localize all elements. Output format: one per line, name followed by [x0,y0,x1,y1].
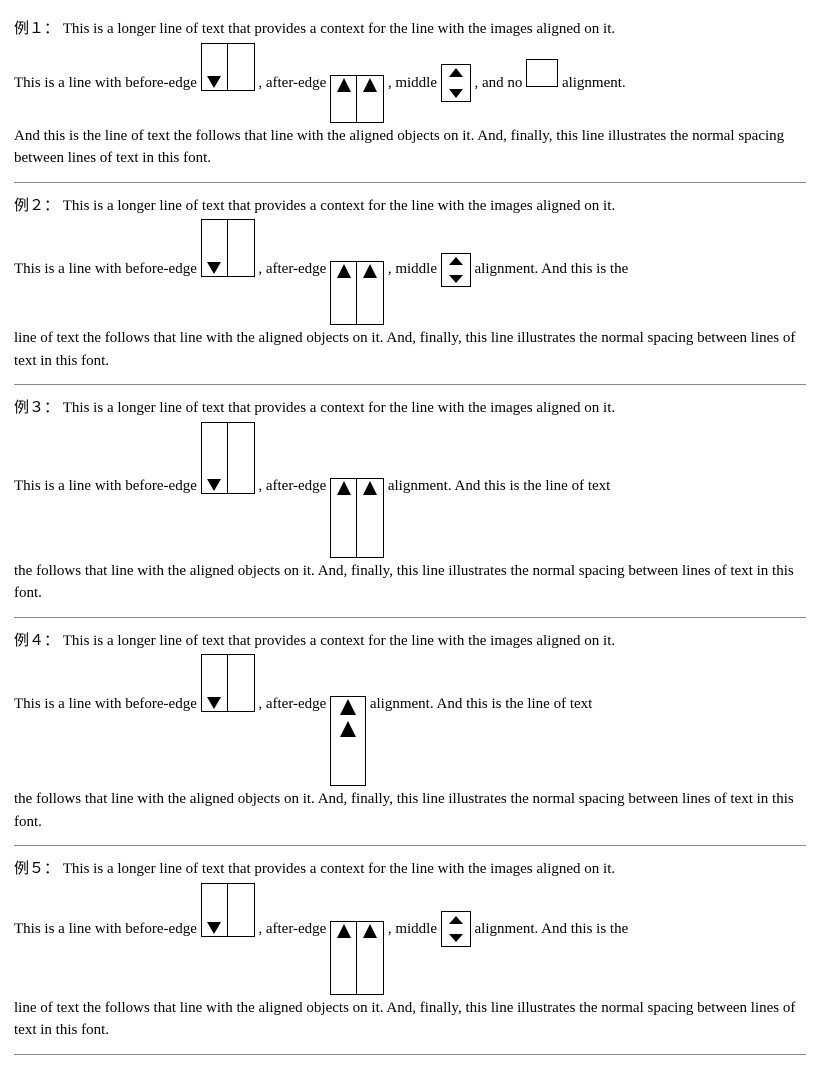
arrow-up-icon-8 [338,719,358,739]
before-edge-img-2 [201,219,255,277]
section-1-followup: And this is the line of text the follows… [14,125,806,170]
middle-img-5 [441,911,471,947]
section-5-label: 例５： This is a longer line of text that p… [14,858,806,881]
arrow-up-cell-7 [331,922,357,994]
arrow-up-icon-7 [338,697,358,717]
arrow-down-icon-m [447,83,465,99]
arrow-down-icon-4 [205,693,223,711]
after-edge-img-3 [330,478,384,558]
arrow-down-m2 [447,270,465,284]
section-2: 例２： This is a longer line of text that p… [14,187,806,386]
after-edge-img-2 [330,261,384,325]
after-edge-img-4 [330,696,366,786]
arrow-down-icon-2 [205,258,223,276]
arrow-up-m2 [447,256,465,270]
section-3-followup: the follows that line with the aligned o… [14,560,806,605]
section-4-inline: This is a line with before-edge , after-… [14,654,806,786]
section-5-inline: This is a line with before-edge , after-… [14,883,806,995]
arrow-down-icon [205,72,223,90]
after-edge-img-1 [330,75,384,123]
empty-cell-4 [228,423,254,493]
arrow-up-cell-8 [357,922,383,994]
empty-cell-2 [357,76,383,122]
section-3-label: 例３： This is a longer line of text that p… [14,397,806,420]
arrow-up-icon-3 [335,262,353,280]
section-4-label: 例４： This is a longer line of text that p… [14,630,806,653]
before-edge-img-3 [201,422,255,494]
empty-cell-6 [228,884,254,936]
arrow-up-cell-4 [331,479,357,557]
section-4-followup: the follows that line with the aligned o… [14,788,806,833]
arrow-up-icon-2 [361,76,379,94]
arrow-up-icon-9 [335,922,353,940]
section-1: 例１： This is a longer line of text that p… [14,10,806,183]
before-edge-img-4 [201,654,255,712]
no-align-img-1 [526,59,558,87]
empty-cell-3 [228,220,254,276]
arrow-up-icon-10 [361,922,379,940]
arrow-up-cell-5 [357,479,383,557]
updown-cell-5 [442,912,470,946]
section-4: 例４： This is a longer line of text that p… [14,622,806,847]
section-1-inline: This is a line with before-edge , after-… [14,43,806,123]
before-edge-img-5 [201,883,255,937]
section-5: 例５： This is a longer line of text that p… [14,850,806,1055]
arrow-up-icon-4 [361,262,379,280]
arrow-down-icon-3 [205,475,223,493]
before-edge-img-1 [201,43,255,91]
section-3-inline: This is a line with before-edge , after-… [14,422,806,558]
empty-cell [228,44,254,90]
arrow-up-cell-3 [357,262,383,324]
arrow-down-cell-5 [202,884,228,936]
arrow-up-cell [331,76,357,122]
section-1-label: 例１： This is a longer line of text that p… [14,18,806,41]
section-2-followup: line of text the follows that line with … [14,327,806,372]
arrow-down-cell [202,44,228,90]
section-2-inline: This is a line with before-edge , after-… [14,219,806,325]
arrow-down-cell-3 [202,423,228,493]
arrow-up-icon-5 [335,479,353,497]
arrow-down-cell-2 [202,220,228,276]
arrow-up-icon [335,76,353,94]
arrow-down-cell-4 [202,655,228,711]
arrow-down-icon-5 [205,918,223,936]
after-edge-img-5 [330,921,384,995]
arrow-down-m5 [447,929,465,943]
arrow-up-cell-6 [331,697,365,785]
arrow-up-m5 [447,915,465,929]
section-5-followup: line of text the follows that line with … [14,997,806,1042]
empty-cell-5 [228,655,254,711]
arrow-up-icon-6 [361,479,379,497]
middle-img-2 [441,253,471,287]
arrow-up-icon-m [447,67,465,83]
updown-cell [442,65,470,101]
section-3: 例３： This is a longer line of text that p… [14,389,806,618]
arrow-up-cell-2 [331,262,357,324]
middle-img-1 [441,64,471,102]
section-2-label: 例２： This is a longer line of text that p… [14,195,806,218]
updown-cell-2 [442,254,470,286]
